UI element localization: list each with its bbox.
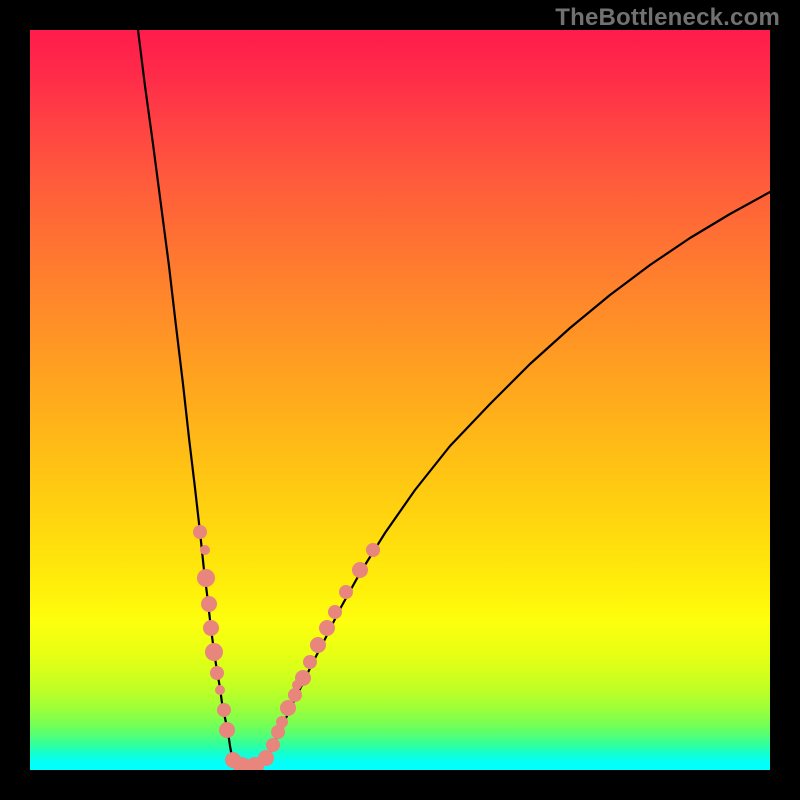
marker-dot [258,750,274,766]
marker-dot [200,545,210,555]
marker-dot [352,562,368,578]
right-curve-path [264,192,770,762]
marker-dot [366,543,380,557]
marker-dot [193,525,207,539]
chart-frame: TheBottleneck.com [0,0,800,800]
marker-dot [201,596,217,612]
marker-dot [215,685,225,695]
markers-group [193,525,380,770]
marker-dot [339,585,353,599]
marker-dot [288,688,302,702]
marker-dot [197,569,215,587]
marker-dot [328,605,342,619]
watermark-text: TheBottleneck.com [555,4,780,32]
marker-dot [217,703,231,717]
marker-dot [310,637,326,653]
marker-dot [276,716,288,728]
marker-dot [280,700,296,716]
marker-dot [210,666,224,680]
marker-dot [266,738,280,752]
marker-dot [203,620,219,636]
marker-dot [205,643,223,661]
marker-dot [303,655,317,669]
plot-area [30,30,770,770]
marker-dot [319,620,335,636]
marker-dot [295,670,311,686]
marker-dot [219,722,235,738]
curve-svg [30,30,770,770]
